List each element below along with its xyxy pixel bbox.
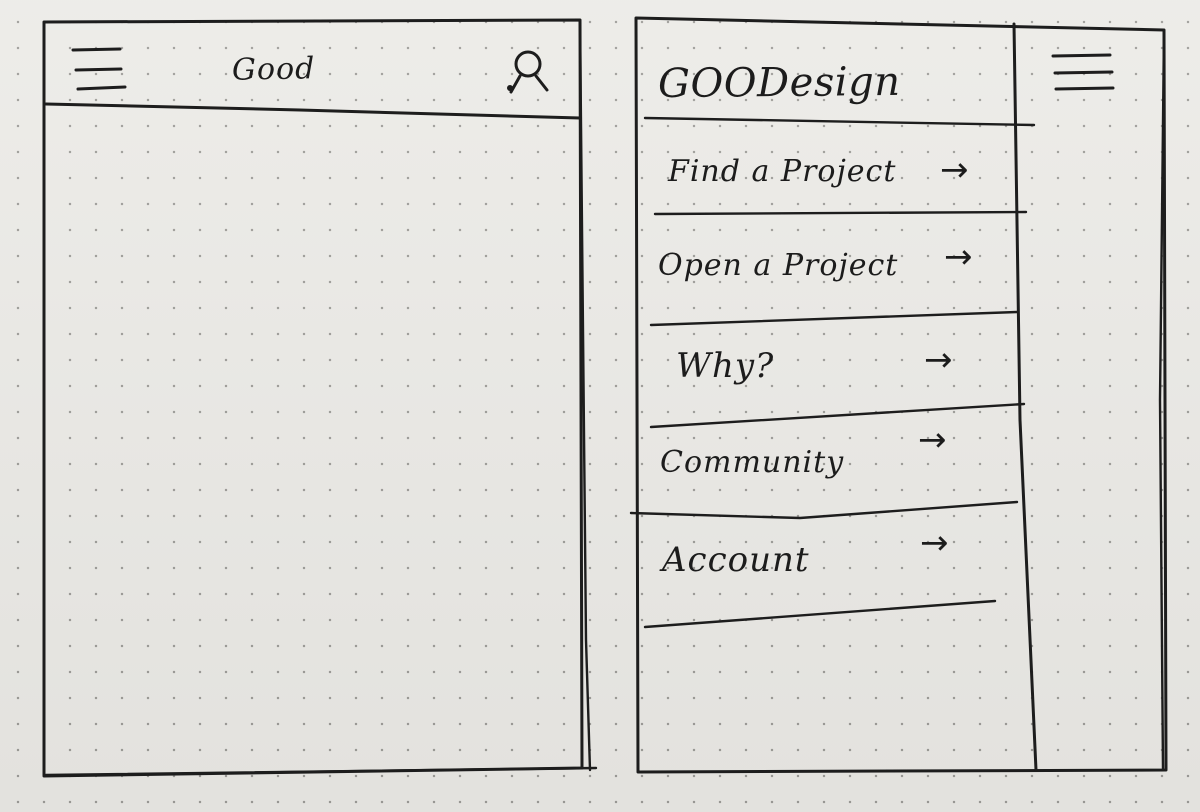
arrow-right-icon: → [944,237,973,277]
arrow-right-icon: → [924,340,953,380]
brand-title: GOODesign [657,58,901,108]
arrow-right-icon: → [940,150,969,190]
right-hamburger-icon[interactable] [1051,53,1115,91]
menu-item-label: Account [662,540,810,580]
arrow-right-icon: → [918,420,947,460]
left-hamburger-icon[interactable] [71,47,127,91]
menu-item-label: Find a Project [668,154,897,189]
menu-item-label: Community [660,445,845,480]
right-phone-frame [634,16,1168,774]
arrow-right-icon: → [920,523,949,563]
sketch-drawing [42,16,1168,778]
menu-item-label: Why? [676,346,775,386]
left-phone-frame [42,18,598,778]
menu-item-label: Open a Project [658,248,899,283]
left-header-title: Good [231,51,316,88]
profile-user-icon[interactable] [507,50,549,94]
